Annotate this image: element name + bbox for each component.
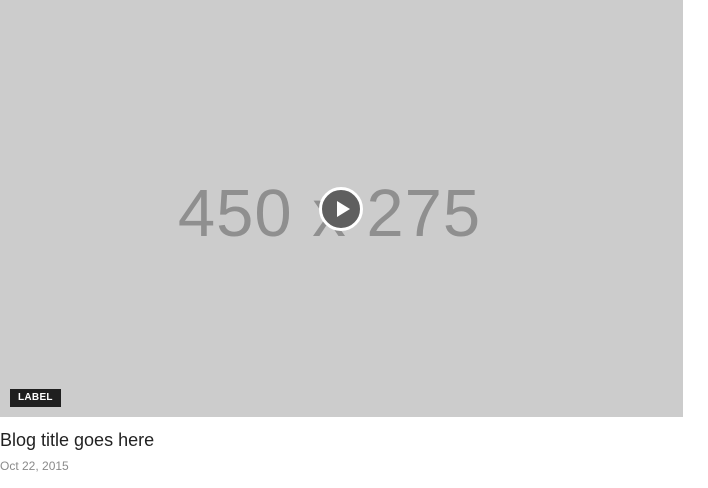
- post-date: Oct 22, 2015: [0, 459, 69, 473]
- video-thumbnail[interactable]: 450 x 275 LABEL: [0, 0, 683, 417]
- blog-title-link[interactable]: Blog title goes here: [0, 429, 154, 451]
- label-badge: LABEL: [10, 389, 61, 407]
- play-button[interactable]: [319, 187, 363, 231]
- blog-card: 450 x 275 LABEL Blog title goes here Oct…: [0, 0, 683, 488]
- play-icon: [337, 201, 350, 217]
